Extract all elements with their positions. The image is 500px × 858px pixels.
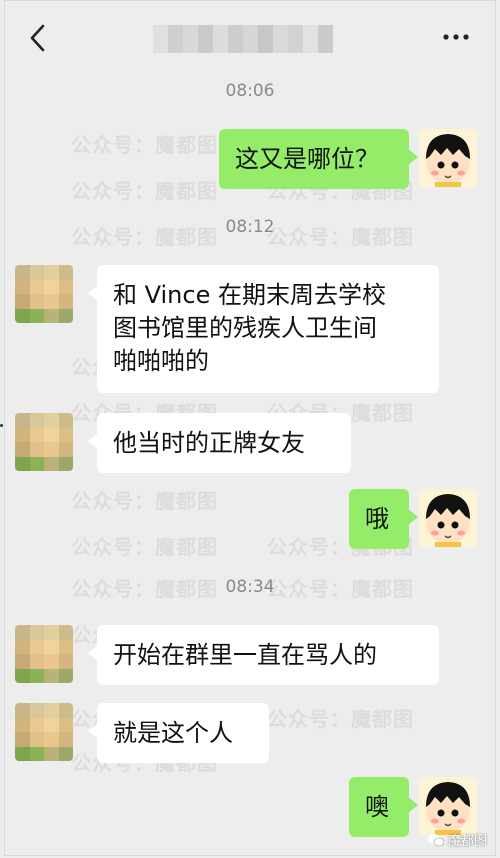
source-watermark: 魔都图 (427, 830, 487, 849)
message-line: 图书馆里的残疾人卫生间 (113, 314, 377, 342)
outgoing-message-bubble[interactable]: 噢 (349, 777, 418, 837)
stray-dot (0, 424, 3, 427)
cartoon-avatar-icon[interactable] (419, 777, 477, 835)
outgoing-message-bubble[interactable]: 这又是哪位？ (219, 129, 418, 189)
watermark: 公众号：魔都图 (71, 179, 218, 203)
blurred-avatar[interactable] (15, 703, 73, 761)
message-line: 和 Vince 在期末周去学校 (113, 281, 386, 309)
chat-window: 公众号：魔都图 公众号：魔都图 公众号：魔都图 公众号：魔都图 公众号：魔都图 … (4, 0, 496, 856)
chat-header (5, 1, 495, 73)
timestamp: 08:06 (225, 81, 275, 101)
cartoon-avatar-icon[interactable] (419, 489, 477, 547)
chevron-left-icon[interactable] (27, 23, 49, 53)
timestamp: 08:12 (225, 217, 275, 237)
more-dots-icon[interactable] (441, 29, 471, 45)
watermark: 公众号：魔都图 (71, 133, 218, 157)
blurred-avatar[interactable] (15, 265, 73, 323)
message-line: 啪啪啪的 (113, 347, 209, 375)
blurred-avatar[interactable] (15, 413, 73, 471)
incoming-message-bubble[interactable]: 就是这个人 (88, 703, 269, 763)
incoming-message-bubble[interactable]: 开始在群里一直在骂人的 (88, 625, 439, 685)
cartoon-avatar-icon[interactable] (419, 129, 477, 187)
incoming-message-bubble[interactable]: 他当时的正牌女友 (88, 413, 351, 473)
watermark: 公众号：魔都图 (71, 489, 218, 513)
watermark: 公众号：魔都图 (71, 535, 218, 559)
watermark: 公众号：魔都图 (267, 707, 414, 731)
source-watermark-text: 魔都图 (447, 834, 487, 849)
incoming-message-bubble[interactable]: 和 Vince 在期末周去学校 图书馆里的残疾人卫生间 啪啪啪的 (88, 265, 439, 393)
blurred-avatar[interactable] (15, 625, 73, 683)
timestamp: 08:34 (225, 577, 275, 597)
wechat-logo-icon (427, 833, 444, 846)
outgoing-message-bubble[interactable]: 哦 (349, 489, 418, 549)
contact-name-blurred (153, 25, 333, 53)
